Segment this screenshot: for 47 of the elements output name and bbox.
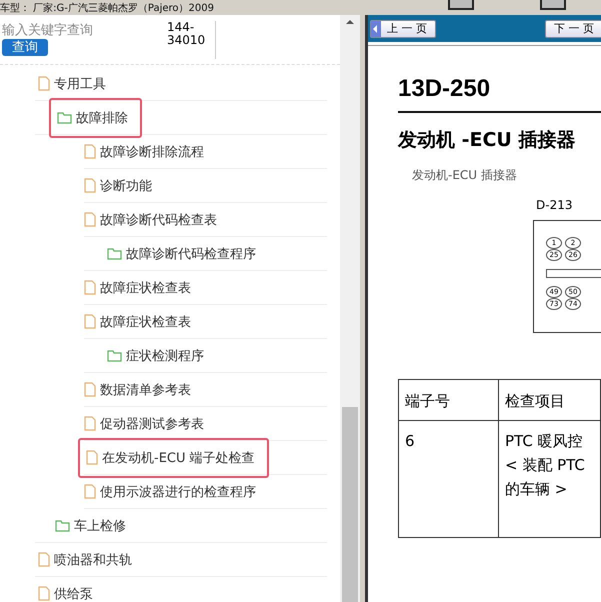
file-icon [84, 144, 96, 159]
prev-page-button[interactable]: 上 一 页 [370, 20, 436, 38]
table-header: 端子号 [399, 380, 499, 421]
file-icon [84, 178, 96, 193]
file-icon [38, 552, 50, 567]
file-icon [84, 280, 96, 295]
tree-item[interactable]: 故障排除 [49, 98, 142, 138]
page-number: 13D-250 [398, 75, 601, 113]
tree-item[interactable]: 车上检修 [55, 516, 126, 534]
tree-item[interactable]: 在发动机-ECU 端子处检查 [78, 438, 269, 478]
file-icon [84, 484, 96, 499]
file-icon [84, 212, 96, 227]
tree-item[interactable]: 专用工具 [38, 74, 106, 92]
next-page-button[interactable]: 下 一 页 [545, 20, 601, 38]
tree-item[interactable]: 喷油器和共轨 [38, 550, 132, 568]
file-icon [86, 450, 98, 465]
tree-item[interactable]: 故障症状检查表 [84, 278, 191, 296]
folder-icon [107, 248, 122, 260]
tree-item[interactable]: 故障症状检查表 [84, 312, 191, 330]
table-cell: PTC 暖风控 < 装配 PTC 的车辆 > [499, 421, 601, 538]
tree-item[interactable]: 促动器测试参考表 [84, 414, 204, 432]
tree-item[interactable]: 症状检测程序 [107, 346, 204, 364]
arrow-left-icon [371, 20, 381, 36]
search-button[interactable]: 查询 [2, 39, 48, 56]
tree-item[interactable]: 故障诊断排除流程 [84, 142, 204, 160]
file-icon [84, 382, 96, 397]
table-header: 检查项目 [499, 380, 601, 421]
tree-item[interactable]: 使用示波器进行的检查程序 [84, 482, 256, 500]
tree-item[interactable]: 诊断功能 [84, 176, 152, 194]
folder-icon [57, 112, 72, 124]
tree-item[interactable]: 数据清单参考表 [84, 380, 191, 398]
tree-item[interactable]: 供给泵 [38, 584, 93, 602]
pane-splitter[interactable] [360, 15, 368, 602]
folder-icon [107, 350, 122, 362]
folder-icon [55, 520, 70, 532]
connector-label: D-213 [536, 198, 574, 212]
file-icon [84, 416, 96, 431]
tree-item[interactable]: 故障诊断代码检查程序 [107, 244, 256, 262]
vehicle-label: 车型： 厂家:G-广汽三菱帕杰罗（Pajero）2009 [0, 2, 214, 15]
table-cell: 6 [399, 421, 499, 538]
tree-item[interactable]: 故障诊断代码检查表 [84, 210, 217, 228]
subheading: 发动机-ECU 插接器 [412, 167, 518, 184]
section-heading: 发动机 -ECU 插接器 [398, 128, 576, 153]
scrollbar-thumb[interactable] [342, 407, 358, 602]
code-label: 144-34010 [167, 21, 216, 59]
file-icon [84, 314, 96, 329]
file-icon [38, 76, 50, 91]
